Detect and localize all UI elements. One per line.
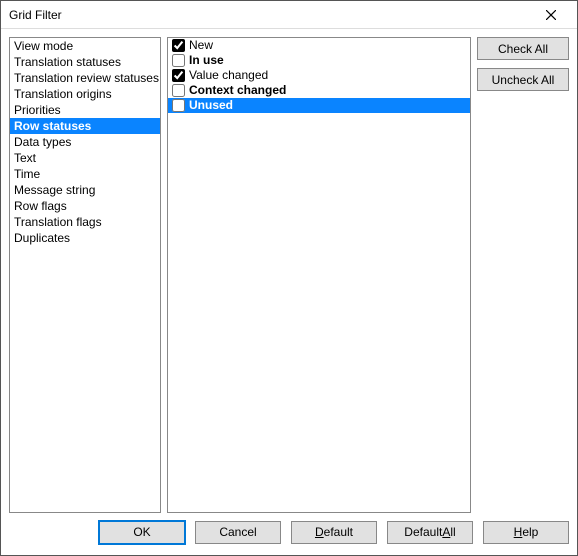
option-label: New: [189, 39, 213, 52]
option-checkbox[interactable]: [172, 39, 185, 52]
option-checkbox[interactable]: [172, 69, 185, 82]
ok-button[interactable]: OK: [99, 521, 185, 544]
button-bar: OK Cancel Default Default All Help: [1, 517, 577, 555]
category-item[interactable]: Translation statuses: [10, 54, 160, 70]
category-list[interactable]: View modeTranslation statusesTranslation…: [9, 37, 161, 513]
option-checkbox[interactable]: [172, 54, 185, 67]
category-item[interactable]: Data types: [10, 134, 160, 150]
side-button-group: Check All Uncheck All: [477, 37, 569, 513]
dialog-title: Grid Filter: [9, 8, 531, 22]
close-icon: [546, 10, 556, 20]
option-row[interactable]: Value changed: [168, 68, 470, 83]
category-item[interactable]: Row flags: [10, 198, 160, 214]
category-item[interactable]: Text: [10, 150, 160, 166]
content-area: View modeTranslation statusesTranslation…: [1, 29, 577, 517]
option-label: Context changed: [189, 84, 286, 97]
default-button[interactable]: Default: [291, 521, 377, 544]
option-label: Value changed: [189, 69, 268, 82]
close-button[interactable]: [531, 3, 571, 27]
category-item[interactable]: View mode: [10, 38, 160, 54]
option-checkbox[interactable]: [172, 84, 185, 97]
category-item[interactable]: Duplicates: [10, 230, 160, 246]
option-list[interactable]: New In use Value changed Context changed Unu…: [167, 37, 471, 513]
category-item[interactable]: Translation flags: [10, 214, 160, 230]
dialog-window: Grid Filter View modeTranslation statuse…: [0, 0, 578, 556]
uncheck-all-button[interactable]: Uncheck All: [477, 68, 569, 91]
category-item[interactable]: Time: [10, 166, 160, 182]
category-item[interactable]: Priorities: [10, 102, 160, 118]
category-item[interactable]: Message string: [10, 182, 160, 198]
category-item[interactable]: Translation origins: [10, 86, 160, 102]
option-row[interactable]: In use: [168, 53, 470, 68]
option-label: Unused: [189, 99, 233, 112]
option-row[interactable]: Context changed: [168, 83, 470, 98]
option-checkbox[interactable]: [172, 99, 185, 112]
help-button[interactable]: Help: [483, 521, 569, 544]
titlebar: Grid Filter: [1, 1, 577, 29]
default-all-button[interactable]: Default All: [387, 521, 473, 544]
option-label: In use: [189, 54, 224, 67]
cancel-button[interactable]: Cancel: [195, 521, 281, 544]
option-row[interactable]: Unused: [168, 98, 470, 113]
category-item[interactable]: Translation review statuses: [10, 70, 160, 86]
check-all-button[interactable]: Check All: [477, 37, 569, 60]
option-row[interactable]: New: [168, 38, 470, 53]
category-item[interactable]: Row statuses: [10, 118, 160, 134]
